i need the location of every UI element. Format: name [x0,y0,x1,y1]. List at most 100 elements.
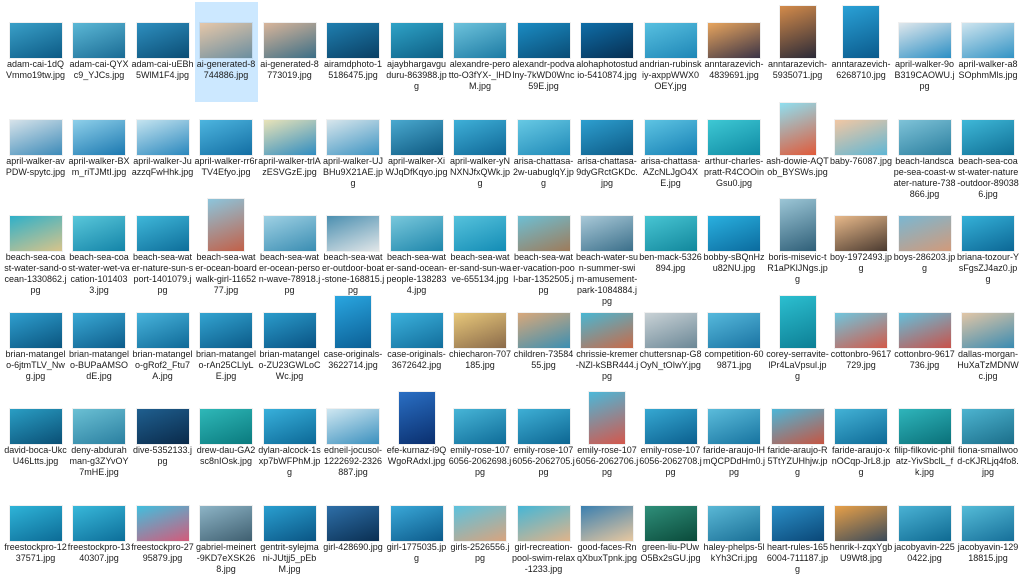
file-item[interactable]: briana-tozour-YsFgsZJ4az0.jpg [957,195,1020,295]
file-item[interactable]: emily-rose-1076056-2062708.jpg [639,388,702,488]
file-item[interactable]: brian-matangelo-rAn25CLlyLE.jpg [195,292,258,392]
file-item[interactable]: april-walker-rr6rTV4Efyo.jpg [195,99,258,199]
file-item[interactable]: gabriel-meinert-9KD7eXSK268.jpg [195,485,258,585]
file-item[interactable]: green-liu-PUwO5Bx2sGU.jpg [639,485,702,585]
file-item[interactable]: jacobyavin-2250422.jpg [893,485,956,585]
file-item[interactable]: good-faces-RnqXbuxTpnk.jpg [576,485,639,585]
file-item[interactable]: girl-1775035.jpg [385,485,448,585]
file-item[interactable]: beach-sea-coast-water-wet-vacation-10140… [68,195,131,295]
file-item[interactable]: competition-609871.jpg [703,292,766,392]
file-item[interactable]: emily-rose-1076056-2062706.jpg [576,388,639,488]
file-item[interactable]: emily-rose-1076056-2062705.jpg [512,388,575,488]
file-name-label: boys-286203.jpg [893,252,956,273]
file-item[interactable]: arisa-chattasa-9dyGRctGKDc.jpg [576,99,639,199]
file-item[interactable]: april-walker-BXm_riTJMtI.jpg [68,99,131,199]
file-item[interactable]: andrian-rubinskiy-axppWWX0OEY.jpg [639,2,702,102]
file-item[interactable]: dylan-alcock-1sxp7bWFPhM.jpg [258,388,321,488]
file-item[interactable]: efe-kurnaz-i9QWgoRAdxI.jpg [385,388,448,488]
file-item[interactable]: girl-428690.jpg [322,485,385,585]
file-item[interactable]: ai-generated-8744886.jpg [194,2,258,102]
file-item[interactable]: brian-matangelo-6jtmTLV_Nwg.jpg [4,292,67,392]
file-item[interactable]: adam-cai-1dQVmmo19tw.jpg [4,2,67,102]
file-item[interactable]: beach-sea-water-sand-sun-wave-655134.jpg [449,195,512,295]
file-item[interactable]: arisa-chattasa-2w-uabuglqY.jpg [512,99,575,199]
file-item[interactable]: faride-araujo-lHmQCPDdHm0.jpg [703,388,766,488]
file-item[interactable]: faride-araujo-xnOCqp-JrL8.jpg [830,388,893,488]
file-item[interactable]: boy-1972493.jpg [830,195,893,295]
file-item[interactable]: david-boca-UkcU46Ltts.jpg [4,388,67,488]
file-item[interactable]: alexandre-perotto-O3fYX-_lHDM.jpg [449,2,512,102]
file-item[interactable]: freestockpro-1237571.jpg [4,485,67,585]
file-item[interactable]: chuttersnap-G8OyN_tOIwY.jpg [639,292,702,392]
file-item[interactable]: april-walker-avPDW-spytc.jpg [4,99,67,199]
file-item[interactable]: brian-matangelo-BUPaAMSOdE.jpg [68,292,131,392]
file-item[interactable]: freestockpro-2795879.jpg [131,485,194,585]
file-item[interactable]: april-walker-a8SOphmMls.jpg [957,2,1020,102]
file-item[interactable]: boys-286203.jpg [893,195,956,295]
file-item[interactable]: dive-5352133.jpg [131,388,194,488]
file-item[interactable]: april-walker-UJBHu9X21AE.jpg [322,99,385,199]
file-item[interactable]: gentrit-sylejmani-JUtjj5_pEbM.jpg [258,485,321,585]
file-item[interactable]: girl-recreation-pool-swim-relax-1233.jpg [512,485,575,585]
file-item[interactable]: alohaphotostudio-5410874.jpg [576,2,639,102]
file-item[interactable]: cottonbro-9617729.jpg [830,292,893,392]
file-item[interactable]: april-walker-9oB319CAOWU.jpg [893,2,956,102]
file-item[interactable]: boris-misevic-tR1aPKlJNgs.jpg [766,195,829,295]
file-item[interactable]: fiona-smallwood-cKJRLjq4fo8.jpg [957,388,1020,488]
file-item[interactable]: baby-76087.jpg [830,99,893,199]
file-item[interactable]: case-originals-3622714.jpg [322,292,385,392]
file-item[interactable]: beach-sea-coast-water-sand-ocean-1330862… [4,195,67,295]
file-item[interactable]: ajaybhargavguduru-863988.jpg [385,2,448,102]
file-item[interactable]: beach-sea-water-nature-sun-sport-1401079… [131,195,194,295]
file-item[interactable]: april-walker-yNNXNJfxQWk.jpg [449,99,512,199]
file-item[interactable]: corey-serravite-lPr4LaVpsul.jpg [766,292,829,392]
file-item[interactable]: ai-generated-8773019.jpg [258,2,321,102]
file-item[interactable]: henrik-l-zqxYgbU9Wt8.jpg [830,485,893,585]
file-item[interactable]: brian-matangelo-gRof2_Ftu7A.jpg [131,292,194,392]
file-item[interactable]: adam-cai-uEBh5WlM1F4.jpg [131,2,194,102]
file-item[interactable]: beach-sea-water-ocean-person-wave-78918.… [258,195,321,295]
file-item[interactable]: airamdphoto-15186475.jpg [322,2,385,102]
file-item[interactable]: case-originals-3672642.jpg [385,292,448,392]
file-item[interactable]: beach-sea-water-outdoor-boat-stone-16881… [322,195,385,295]
file-item[interactable]: anntarazevich-6268710.jpg [830,2,893,102]
file-item[interactable]: girls-2526556.jpg [449,485,512,585]
image-thumbnail [708,119,760,155]
file-item[interactable]: adam-cai-QYXc9_YJCs.jpg [68,2,131,102]
file-item[interactable]: brian-matangelo-ZU23GWLoCWc.jpg [258,292,321,392]
file-item[interactable]: deny-abdurahman-g3ZYvOY7mHE.jpg [68,388,131,488]
file-item[interactable]: arthur-charles-pratt-R4COOinGsu0.jpg [703,99,766,199]
file-item[interactable]: beach-sea-water-ocean-boardwalk-girl-116… [195,195,258,295]
file-item[interactable]: april-walker-trlAzESVGzE.jpg [258,99,321,199]
file-item[interactable]: faride-araujo-R5TtYZUHhjw.jpg [766,388,829,488]
file-item[interactable]: haley-phelps-5lkYh3Cri.jpg [703,485,766,585]
file-item[interactable]: april-walker-JuazzqFwHhk.jpg [131,99,194,199]
file-item[interactable]: jacobyavin-12918815.jpg [957,485,1020,585]
file-item[interactable]: beach-water-sun-summer-swim-amusement-pa… [576,195,639,306]
file-item[interactable]: beach-sea-coast-water-nature-outdoor-890… [957,99,1020,199]
file-item[interactable]: edneil-jocusol-1222692-2326887.jpg [322,388,385,488]
file-icon-grid[interactable]: adam-cai-1dQVmmo19tw.jpg adam-cai-QYXc9_Y… [0,0,1024,574]
file-item[interactable]: ash-dowie-AQTob_BYSWs.jpg [766,99,829,199]
file-item[interactable]: ben-mack-5326894.jpg [639,195,702,295]
file-item[interactable]: chiecharon-707185.jpg [449,292,512,392]
file-item[interactable]: emily-rose-1076056-2062698.jpg [449,388,512,488]
file-item[interactable]: chrissie-kremer-NZl-kSBR444.jpg [576,292,639,392]
file-item[interactable]: anntarazevich-4839691.jpg [703,2,766,102]
file-item[interactable]: filip-filkovic-philatz-YivSbclL_fk.jpg [893,388,956,488]
file-item[interactable]: arisa-chattasa-AZcNLJgO4XE.jpg [639,99,702,199]
file-item[interactable]: beach-landscape-sea-coast-water-nature-7… [893,99,956,199]
file-item[interactable]: beach-sea-water-sand-ocean-people-138283… [385,195,448,295]
file-item[interactable]: freestockpro-1340307.jpg [68,485,131,585]
file-item[interactable]: alexandr-podvalny-7kWD0Wnc59E.jpg [512,2,575,102]
file-item[interactable]: drew-dau-GA2sc8nIOsk.jpg [195,388,258,488]
file-name-label: brian-matangelo-ZU23GWLoCWc.jpg [258,348,321,381]
file-item[interactable]: anntarazevich-5935071.jpg [766,2,829,102]
file-item[interactable]: april-walker-XiWJqDfKqyo.jpg [385,99,448,199]
file-item[interactable]: bobby-sBQnHzu82NU.jpg [703,195,766,295]
file-item[interactable]: heart-rules-1656004-711187.jpg [766,485,829,585]
file-item[interactable]: cottonbro-9617736.jpg [893,292,956,392]
file-item[interactable]: beach-sea-water-vacation-pool-bar-135250… [512,195,575,295]
file-item[interactable]: children-7358455.jpg [512,292,575,392]
file-item[interactable]: dallas-morgan-HuXaTzMDNWc.jpg [957,292,1020,392]
